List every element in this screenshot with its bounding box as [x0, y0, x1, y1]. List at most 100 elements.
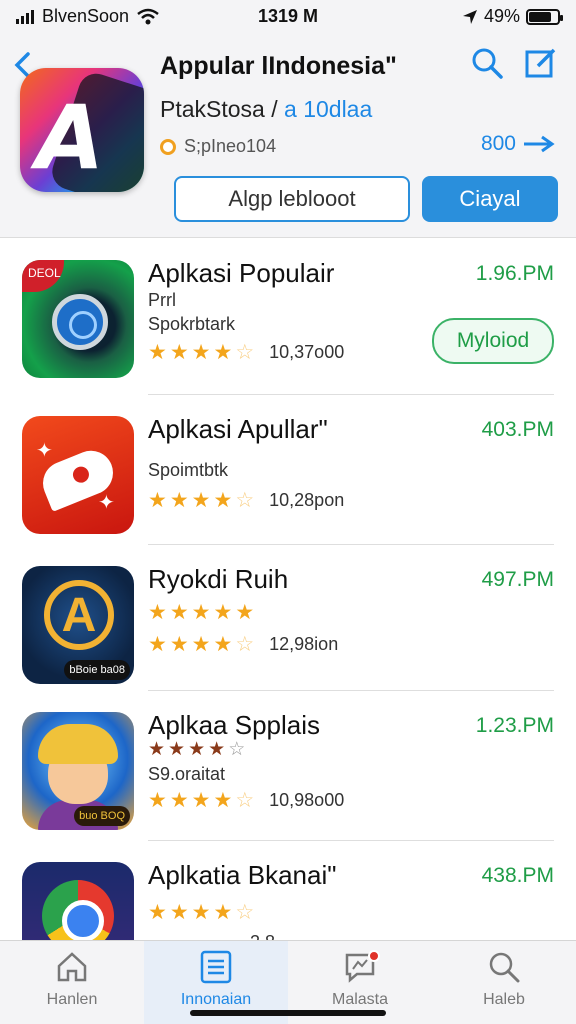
star-half-icon: ☆ — [235, 633, 256, 656]
app-name: Ryokdi Ruih — [148, 564, 289, 594]
star-icon: ★ — [169, 633, 190, 656]
tab-label: Hanlen — [46, 991, 98, 1008]
pin-badge-icon — [160, 138, 176, 155]
subtitle-accent: a 10dlaa — [284, 96, 373, 122]
star-icon: ★ — [213, 633, 234, 656]
header-meta: S;pIneo104 — [160, 136, 276, 157]
app-header: A Appular lIndonesia" PtakStosa / a 10dl… — [0, 34, 576, 238]
tab-label: Malasta — [331, 991, 389, 1008]
app-developer: Spokrbtark — [148, 314, 236, 334]
star-icon: ★ — [191, 633, 212, 656]
app-row[interactable]: ✦ ✦ Aplkasi Apullar" 403.PM Spoimtbtk ★ ★… — [0, 394, 576, 544]
rating-stars: ★ ★ ★ ★ ☆ — [148, 900, 255, 925]
star-half-icon: ☆ — [235, 489, 256, 512]
character-icon: buo BOQ — [22, 712, 134, 830]
app-developer: S9.oraitat — [148, 764, 226, 784]
star-icon: ★ — [169, 901, 190, 924]
home-indicator[interactable] — [190, 1010, 386, 1016]
star-icon: ★ — [191, 789, 212, 812]
star-icon: ★ — [213, 789, 234, 812]
get-button[interactable]: Myloiod — [432, 318, 554, 364]
featured-app-icon[interactable]: A — [20, 68, 144, 192]
star-half-icon: ☆ — [235, 901, 256, 924]
rocket-icon: ✦ ✦ — [22, 416, 134, 534]
star-icon: ★ — [213, 601, 234, 624]
star-icon: ★ — [235, 601, 256, 624]
letter-a-icon: A bBoie ba08 — [22, 566, 134, 684]
tab-label: Innonaian — [180, 991, 252, 1008]
see-all-link[interactable]: 800 — [481, 132, 556, 156]
compose-icon[interactable] — [524, 46, 558, 80]
star-icon: ★ — [148, 901, 168, 924]
subtitle-prefix: PtakStosa / — [160, 96, 278, 122]
chrome-icon — [22, 862, 134, 940]
rating-stars-primary: ★ ★ ★ ★ ☆ — [148, 738, 246, 761]
see-all-label: 800 — [480, 132, 516, 155]
app-name: Aplkatia Bkanai" — [148, 860, 337, 890]
star-icon: ★ — [213, 901, 234, 924]
ring-icon: DEOL — [22, 260, 134, 378]
home-icon — [57, 952, 87, 982]
app-developer: 2,8 — [250, 932, 275, 940]
app-time: 497.PM — [481, 568, 554, 591]
star-icon: ★ — [191, 341, 212, 364]
star-icon: ★ — [148, 739, 167, 760]
location-arrow-icon — [462, 9, 477, 24]
star-icon: ★ — [191, 601, 212, 624]
star-icon: ★ — [188, 739, 207, 760]
battery-percent: 49% — [483, 6, 520, 26]
star-icon: ★ — [169, 341, 190, 364]
arrow-right-icon — [524, 135, 555, 153]
app-row[interactable]: buo BOQ Aplkaa Spplais 1.23.PM ★ ★ ★ ★ ☆ S9.… — [0, 690, 576, 840]
app-time: 1.96.PM — [475, 262, 554, 285]
app-row[interactable]: A bBoie ba08 Ryokdi Ruih 497.PM ★ ★ ★ ★ ★ ★ ★… — [0, 544, 576, 694]
header-subtitle: PtakStosa / a 10dlaa — [160, 96, 372, 123]
app-name: Aplkasi Populair — [148, 258, 335, 288]
star-icon: ★ — [148, 789, 168, 812]
page-title: Appular lIndonesia" — [160, 52, 397, 80]
app-time: 403.PM — [481, 418, 554, 441]
star-empty-icon: ☆ — [228, 739, 247, 760]
star-icon: ★ — [191, 489, 212, 512]
app-row[interactable]: DEOL Aplkasi Populair 1.96.PM Prrl Spokr… — [0, 238, 576, 388]
star-icon: ★ — [169, 489, 190, 512]
rating-count: 10,37o00 — [269, 342, 345, 362]
star-icon: ★ — [148, 341, 168, 364]
tab-home[interactable]: Hanlen — [0, 941, 144, 1024]
star-icon: ★ — [213, 341, 234, 364]
battery-icon — [526, 8, 563, 25]
star-icon: ★ — [191, 901, 212, 924]
star-icon: ★ — [169, 789, 190, 812]
tab-label: Haleb — [483, 991, 525, 1008]
rating-stars-primary: ★ ★ ★ ★ ★ — [148, 600, 255, 625]
app-row[interactable]: Aplkatia Bkanai" 438.PM ★★★★☆ 2,8 — [0, 840, 576, 940]
star-icon: ★ — [168, 739, 187, 760]
star-icon: ★ — [169, 601, 190, 624]
app-name: Aplkasi Apullar" — [148, 414, 328, 444]
secondary-button[interactable]: Algp leblooot — [174, 176, 410, 222]
document-icon — [200, 950, 232, 984]
app-category: Prrl — [148, 290, 176, 310]
star-half-icon: ☆ — [235, 341, 256, 364]
meta-text: S;pIneo104 — [184, 136, 277, 156]
rating-count: 12,98ion — [269, 634, 339, 654]
rating-count: 10,28pon — [269, 490, 345, 510]
star-icon: ★ — [148, 489, 168, 512]
app-time: 438.PM — [481, 864, 554, 887]
app-time: 1.23.PM — [475, 714, 554, 737]
star-half-icon: ☆ — [235, 789, 256, 812]
search-icon — [489, 952, 520, 983]
rating-stars: ★ ★ ★ ★ ☆ 10,37o00 — [148, 340, 344, 365]
app-developer: Spoimtbtk — [148, 460, 229, 480]
star-icon: ★ — [213, 489, 234, 512]
status-bar: BlvenSoon 1319 M 49% — [0, 0, 576, 34]
primary-button[interactable]: Ciayal — [422, 176, 558, 222]
search-icon[interactable] — [470, 46, 504, 80]
star-icon: ★ — [208, 739, 227, 760]
notification-dot — [368, 950, 380, 962]
rating-stars: ★ ★ ★ ★ ☆ 12,98ion — [148, 632, 338, 657]
app-name: Aplkaa Spplais — [148, 710, 320, 740]
rating-count: 10,98o00 — [269, 790, 345, 810]
star-icon: ★ — [148, 601, 168, 624]
tab-search[interactable]: Haleb — [432, 941, 576, 1024]
